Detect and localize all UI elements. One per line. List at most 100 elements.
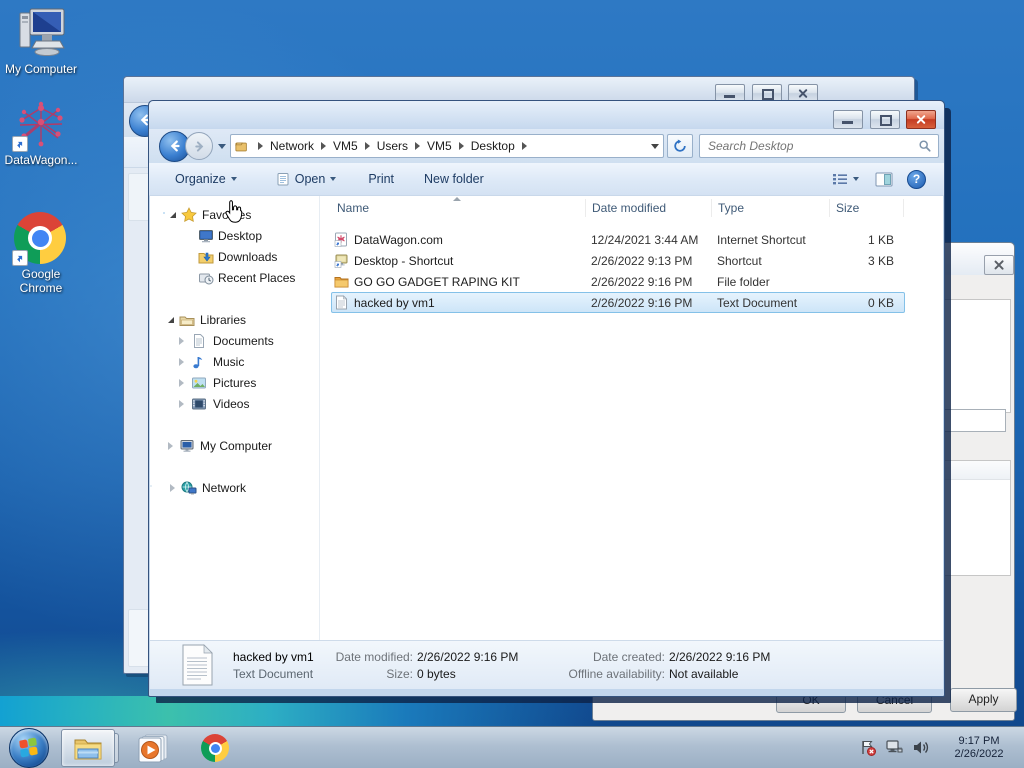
- column-header-size[interactable]: Size: [830, 199, 904, 217]
- sidebar-item-recent-places[interactable]: Recent Places: [150, 267, 319, 288]
- clock-date: 2/26/2022: [954, 747, 1004, 760]
- file-date: 2/26/2022 9:13 PM: [591, 253, 693, 268]
- desktop-icon-datawagon[interactable]: DataWagon...: [2, 98, 80, 167]
- file-row[interactable]: Desktop - Shortcut 2/26/2022 9:13 PM Sho…: [331, 250, 905, 271]
- expander-closed-icon[interactable]: [179, 357, 184, 366]
- file-row[interactable]: GO GO GADGET RAPING KIT 2/26/2022 9:16 P…: [331, 271, 905, 292]
- chevron-down-icon: [853, 177, 859, 181]
- music-icon: [191, 354, 207, 370]
- sidebar-item-network[interactable]: Network: [150, 477, 319, 498]
- dialog-close-button[interactable]: [984, 255, 1014, 275]
- search-box[interactable]: [699, 134, 939, 158]
- file-date: 12/24/2021 3:44 AM: [591, 232, 699, 247]
- sidebar-item-downloads[interactable]: Downloads: [150, 246, 319, 267]
- desktop-icon-my-computer[interactable]: My Computer: [2, 7, 80, 76]
- desktop-icon-google-chrome[interactable]: Google Chrome: [2, 212, 80, 295]
- network-highlight: [150, 484, 152, 487]
- desktop-mini-icon: [198, 228, 214, 244]
- size-label: Size:: [386, 666, 413, 681]
- file-type: File folder: [717, 274, 770, 289]
- column-header-type[interactable]: Type: [712, 199, 830, 217]
- wallpaper-aurora-band: [0, 696, 600, 727]
- change-view-button[interactable]: [832, 172, 859, 186]
- file-date: 2/26/2022 9:16 PM: [591, 295, 693, 310]
- favorites-star-icon: [181, 206, 197, 223]
- chrome-icon: [201, 734, 229, 762]
- address-bar[interactable]: Network VM5 Users VM5 Desktop: [230, 134, 664, 158]
- breadcrumb-item-desktop[interactable]: Desktop: [471, 139, 515, 153]
- breadcrumb-separator: [458, 142, 464, 150]
- open-file-icon: [277, 173, 289, 186]
- expander-closed-icon[interactable]: [179, 399, 184, 408]
- my-computer-icon: [14, 7, 68, 59]
- desktop-icon-label: DataWagon...: [4, 153, 78, 167]
- explorer-window[interactable]: Network VM5 Users VM5 Desktop Search Des…: [148, 100, 945, 697]
- sidebar-item-videos[interactable]: Videos: [150, 393, 319, 414]
- forward-button[interactable]: [185, 132, 213, 160]
- file-row-selected[interactable]: hacked by vm1 2/26/2022 9:16 PM Text Doc…: [331, 292, 905, 313]
- file-name: hacked by vm1: [354, 295, 435, 310]
- preview-pane-button[interactable]: [875, 172, 893, 187]
- breadcrumb-item-users[interactable]: Users: [377, 139, 408, 153]
- column-headers: Name Date modified Type Size: [331, 196, 905, 220]
- libraries-icon: [179, 312, 195, 328]
- sidebar-item-music[interactable]: Music: [150, 351, 319, 372]
- breadcrumb-separator: [521, 142, 527, 150]
- sidebar-item-pictures[interactable]: Pictures: [150, 372, 319, 393]
- expander-closed-icon[interactable]: [170, 483, 175, 492]
- column-header-date-modified[interactable]: Date modified: [586, 199, 712, 217]
- expander-closed-icon[interactable]: [179, 378, 184, 387]
- refresh-button[interactable]: [667, 134, 693, 158]
- sidebar-item-label: Pictures: [213, 375, 257, 390]
- sidebar-item-label: Desktop: [218, 228, 263, 243]
- address-dropdown-arrow[interactable]: [651, 143, 659, 149]
- system-tray: 9:17 PM 2/26/2022: [859, 735, 1024, 761]
- breadcrumb-separator: [415, 142, 421, 150]
- breadcrumb-separator: [364, 142, 370, 150]
- volume-icon[interactable]: [912, 739, 930, 756]
- print-button[interactable]: Print: [368, 172, 394, 186]
- sidebar-item-my-computer[interactable]: My Computer: [150, 435, 319, 456]
- taskbar-clock[interactable]: 9:17 PM 2/26/2022: [944, 735, 1014, 761]
- maximize-button[interactable]: [869, 110, 900, 129]
- apply-button[interactable]: Apply: [950, 688, 1017, 712]
- new-folder-button[interactable]: New folder: [424, 172, 484, 186]
- breadcrumb-item-vm5[interactable]: VM5: [333, 139, 358, 153]
- text-document-icon: [334, 295, 349, 310]
- column-header-name[interactable]: Name: [331, 199, 586, 217]
- help-button[interactable]: ?: [907, 169, 926, 189]
- sidebar-item-libraries[interactable]: Libraries: [150, 309, 319, 330]
- close-button[interactable]: [906, 110, 936, 129]
- sidebar-item-label: Documents: [213, 333, 274, 348]
- action-center-flag-icon[interactable]: [859, 739, 877, 757]
- open-button[interactable]: Open: [277, 172, 337, 186]
- file-size: 0 KB: [867, 295, 894, 310]
- breadcrumb-separator: [321, 142, 327, 150]
- sidebar-item-documents[interactable]: Documents: [150, 330, 319, 351]
- taskbar-button-media-player[interactable]: [131, 730, 175, 766]
- windows-logo-icon: [19, 736, 38, 758]
- sidebar-item-favorites[interactable]: Favorites: [150, 204, 319, 225]
- start-button[interactable]: [9, 727, 49, 768]
- file-name: Desktop - Shortcut: [354, 253, 454, 268]
- navigation-pane: Favorites Desktop Downloads Recent Place…: [150, 196, 320, 640]
- breadcrumb-item-vm5-2[interactable]: VM5: [427, 139, 452, 153]
- search-input[interactable]: [706, 138, 918, 154]
- organize-button[interactable]: Organize: [175, 172, 237, 186]
- breadcrumb-item-network[interactable]: Network: [270, 139, 314, 153]
- sidebar-item-label: Libraries: [200, 312, 247, 327]
- sidebar-item-desktop[interactable]: Desktop: [150, 225, 319, 246]
- expander-closed-icon[interactable]: [179, 336, 184, 345]
- expander-open-icon[interactable]: [168, 316, 174, 323]
- taskbar-button-explorer[interactable]: [61, 729, 119, 767]
- expander-open-icon[interactable]: [170, 211, 176, 218]
- size-value: 0 bytes: [417, 666, 456, 681]
- expander-closed-icon[interactable]: [168, 441, 173, 450]
- taskbar-button-chrome[interactable]: [193, 730, 237, 766]
- minimize-button[interactable]: [833, 110, 864, 129]
- explorer-titlebar[interactable]: [149, 101, 944, 129]
- datawagon-icon: [12, 98, 68, 152]
- recent-pages-dropdown[interactable]: [218, 143, 226, 149]
- network-tray-icon[interactable]: [885, 739, 904, 756]
- file-row[interactable]: DataWagon.com 12/24/2021 3:44 AM Interne…: [331, 229, 905, 250]
